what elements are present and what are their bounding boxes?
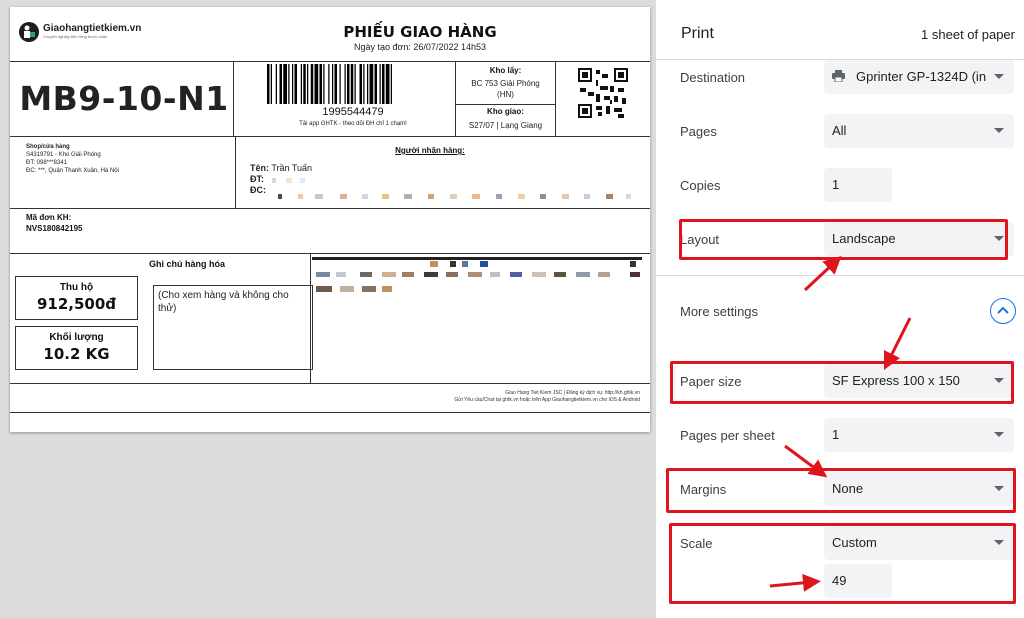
tracking-number: 1995544479: [322, 106, 384, 118]
sheet-count: 1 sheet of paper: [921, 27, 1015, 42]
weight-value: 10.2 KG: [43, 345, 110, 363]
destination-label: Destination: [680, 70, 746, 85]
pickup-warehouse-value: BC 753 Giải Phóng: [471, 79, 540, 88]
footer-line: Gửi Yêu cầu/Chat tại ghtk.vn hoặc trên A…: [454, 397, 640, 403]
label-title: PHIẾU GIAO HÀNG: [343, 23, 497, 41]
pages-per-sheet-label: Pages per sheet: [680, 428, 775, 443]
brand-tagline: Chuyên nghiệp tiến từng bước chân: [43, 34, 108, 39]
pages-select[interactable]: All: [824, 114, 1014, 148]
pickup-warehouse-value-2: (HN): [497, 90, 514, 99]
delivery-warehouse-label: Kho giao:: [487, 107, 524, 116]
print-settings-panel: Print 1 sheet of paper Destination Gprin…: [656, 0, 1024, 618]
chevron-down-icon: [994, 432, 1004, 437]
created-date: Ngày tạo đơn: 26/07/2022 14h53: [353, 42, 486, 52]
label-footer: Giao Hang Tiet Kiem JSC | Đăng ký dịch v…: [322, 390, 640, 404]
shop-address: ĐC: ***, Quận Thanh Xuân, Hà Nội: [26, 168, 119, 174]
more-settings-label[interactable]: More settings: [680, 304, 758, 319]
copies-label: Copies: [680, 178, 721, 193]
paper-size-highlight: [670, 361, 1014, 404]
weight-box: Khối lượng 10.2 KG: [15, 326, 138, 370]
barcode-note: Tải app GHTK - theo dõi ĐH chỉ 1 chạm!: [299, 121, 407, 127]
order-code-label: Mã đơn KH:: [26, 213, 72, 222]
chevron-up-icon: [997, 306, 1009, 314]
destination-select[interactable]: Gprinter GP-1324D (in: [824, 60, 1014, 94]
delivery-man-logo-icon: [19, 22, 39, 42]
order-code-value: NVS180842195: [26, 224, 83, 233]
barcode-icon: [267, 64, 392, 104]
delivery-warehouse-value: S27/07 | Lạng Giang: [468, 121, 543, 130]
order-code: Mã đơn KH: NVS180842195: [26, 212, 83, 234]
receiver-name: Trần Tuấn: [271, 163, 313, 173]
layout-highlight: [679, 219, 1008, 260]
route-code: MB9-10-N1: [19, 79, 229, 118]
pickup-warehouse-label: Kho lấy:: [489, 66, 522, 75]
print-preview-area: Giaohangtietkiem.vn Chuyên nghiệp tiến t…: [0, 0, 656, 618]
panel-title: Print: [681, 25, 714, 42]
copies-input[interactable]: 1: [824, 168, 892, 202]
cod-label: Thu hộ: [59, 282, 94, 293]
pages-per-sheet-select[interactable]: 1: [824, 418, 1014, 452]
chevron-down-icon: [994, 128, 1004, 133]
cod-box: Thu hộ 912,500đ: [15, 276, 138, 320]
cod-value: 912,500đ: [36, 295, 117, 313]
receiver-name-label: Tên:: [250, 163, 269, 173]
brand-logo: Giaohangtietkiem.vn Chuyên nghiệp tiến t…: [18, 21, 141, 43]
margins-highlight: [666, 468, 1016, 513]
qr-code-icon: [578, 68, 628, 118]
pages-value: All: [832, 123, 847, 138]
weight-label: Khối lượng: [49, 332, 104, 343]
more-settings-toggle[interactable]: [990, 298, 1016, 324]
shop-header: Shop/cửa hàng: [26, 144, 70, 150]
copies-value: 1: [832, 177, 840, 192]
receiver-phone-label: ĐT:: [250, 174, 264, 184]
pages-per-sheet-value: 1: [832, 427, 840, 442]
shop-info: Shop/cửa hàng S4319791 - Kho Giải Phóng …: [26, 143, 119, 175]
goods-note: (Cho xem hàng và không cho thử): [153, 285, 313, 370]
footer-line: Giao Hang Tiet Kiem JSC | Đăng ký dịch v…: [505, 390, 640, 396]
scale-highlight: [669, 523, 1016, 604]
destination-value: Gprinter GP-1324D (in: [856, 69, 987, 84]
receiver-title: Người nhận hàng:: [395, 146, 465, 155]
receiver-address-label: ĐC:: [250, 185, 266, 195]
shop-line: S4319791 - Kho Giải Phóng: [26, 152, 101, 158]
printer-icon: [832, 70, 845, 82]
delivery-label-page: Giaohangtietkiem.vn Chuyên nghiệp tiến t…: [10, 7, 650, 432]
brand-name: Giaohangtietkiem.vn: [43, 23, 142, 34]
divider: [656, 275, 1024, 276]
pages-label: Pages: [680, 124, 717, 139]
chevron-down-icon: [994, 74, 1004, 79]
goods-note-title: Ghi chú hàng hóa: [149, 259, 225, 269]
shop-phone: ĐT: 098***8341: [26, 160, 68, 166]
